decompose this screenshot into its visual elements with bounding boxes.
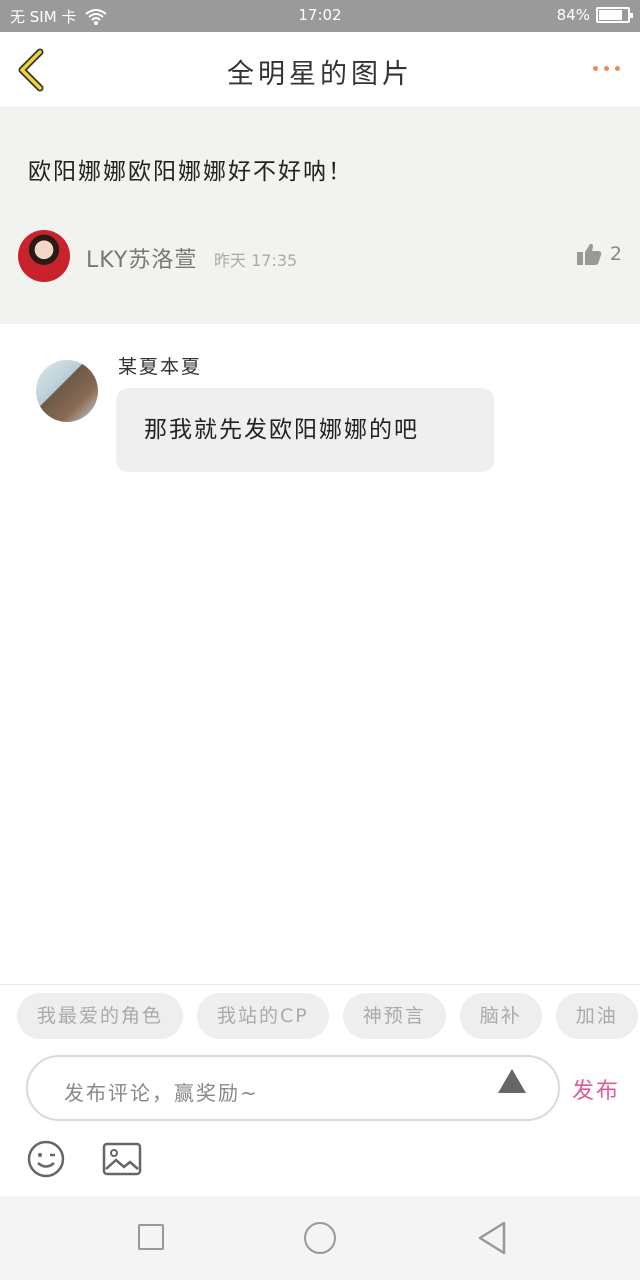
comment-placeholder: 发布评论，赢奖励~: [64, 1081, 259, 1105]
publish-button[interactable]: 发布: [572, 1073, 620, 1105]
quick-tag[interactable]: 我站的CP: [197, 993, 329, 1039]
comment-input[interactable]: 发布评论，赢奖励~: [26, 1055, 560, 1121]
system-nav-bar: [0, 1196, 640, 1280]
post-time: 昨天 17:35: [214, 251, 298, 270]
quick-tag[interactable]: 加油: [555, 993, 638, 1039]
battery-icon: [596, 7, 633, 23]
comment-bubble: 那我就先发欧阳娜娜的吧: [116, 388, 494, 472]
status-right: 84%: [556, 6, 633, 24]
battery-fill: [599, 10, 623, 20]
page-title: 全明星的图片: [227, 59, 413, 90]
header: 全明星的图片: [0, 32, 640, 108]
home-icon[interactable]: [304, 1222, 336, 1254]
recent-apps-icon[interactable]: [138, 1224, 164, 1250]
emoji-icon: [27, 1140, 65, 1178]
battery-percent: 84%: [556, 6, 590, 24]
like-button[interactable]: 2: [576, 242, 622, 266]
image-button[interactable]: [102, 1141, 142, 1177]
quick-tags: 我最爱的角色 我站的CP 神预言 脑补 加油: [17, 993, 640, 1041]
more-dot: [593, 66, 598, 71]
post-text: 欧阳娜娜欧阳娜娜好不好呐！: [28, 159, 353, 185]
send-arrow-icon[interactable]: [498, 1069, 526, 1093]
post-card: 欧阳娜娜欧阳娜娜好不好呐！ LKY苏洛萱 昨天 17:35 2: [0, 108, 640, 324]
like-count: 2: [609, 243, 622, 265]
more-dot: [615, 66, 620, 71]
quick-tag[interactable]: 我最爱的角色: [17, 993, 184, 1039]
image-icon: [102, 1142, 142, 1176]
quick-tag[interactable]: 神预言: [342, 993, 446, 1039]
status-bar: 无 SIM 卡 17:02 84%: [0, 0, 640, 32]
status-time: 17:02: [298, 6, 342, 24]
comment-composer: 我最爱的角色 我站的CP 神预言 脑补 加油 发布评论，赢奖励~ 发布: [0, 984, 640, 1196]
author-avatar[interactable]: [18, 230, 70, 282]
comment-avatar[interactable]: [36, 360, 98, 422]
thumbs-up-icon: [576, 243, 602, 265]
comment-username[interactable]: 某夏本夏: [118, 352, 202, 379]
back-icon[interactable]: [476, 1220, 508, 1256]
quick-tag[interactable]: 脑补: [459, 993, 542, 1039]
author-name[interactable]: LKY苏洛萱: [86, 242, 197, 274]
more-dot: [604, 66, 609, 71]
emoji-button[interactable]: [26, 1139, 66, 1179]
more-button[interactable]: [593, 66, 620, 71]
comment-text: 那我就先发欧阳娜娜的吧: [144, 417, 419, 443]
